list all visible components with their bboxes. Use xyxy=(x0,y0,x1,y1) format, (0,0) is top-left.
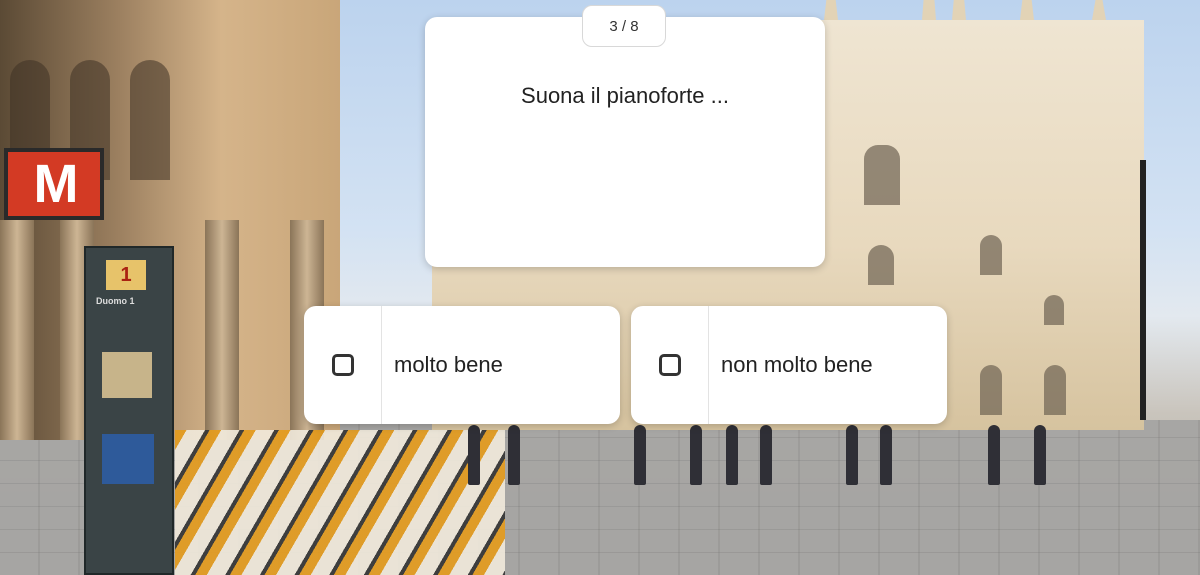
pedestrian xyxy=(634,425,646,485)
kiosk-label: Duomo 1 xyxy=(96,296,135,306)
pedestrian xyxy=(1034,425,1046,485)
pedestrian xyxy=(880,425,892,485)
street-lamp xyxy=(1140,160,1146,420)
answer-checkbox-cell[interactable] xyxy=(631,306,709,424)
checkbox-icon[interactable] xyxy=(658,354,681,376)
pedestrian xyxy=(690,425,702,485)
answer-option-2[interactable]: non molto bene xyxy=(631,306,947,424)
answer-label: molto bene xyxy=(394,352,503,377)
pedestrian xyxy=(988,425,1000,485)
answer-checkbox-cell[interactable] xyxy=(304,306,382,424)
question-counter: 3 / 8 xyxy=(582,5,666,47)
pedestrian xyxy=(760,425,772,485)
metro-sign-icon: M xyxy=(4,148,104,220)
pedestrian xyxy=(468,425,480,485)
question-card: Suona il pianoforte ... xyxy=(425,17,825,267)
bike-kiosk: 1 Duomo 1 xyxy=(84,246,174,575)
pedestrian xyxy=(846,425,858,485)
answer-label: non molto bene xyxy=(721,352,873,377)
answer-option-1[interactable]: molto bene xyxy=(304,306,620,424)
kiosk-map xyxy=(102,352,152,398)
kiosk-number: 1 xyxy=(106,260,146,290)
bike-rack xyxy=(175,430,505,575)
question-text: Suona il pianoforte ... xyxy=(521,83,729,108)
checkbox-icon[interactable] xyxy=(331,354,354,376)
pedestrian xyxy=(508,425,520,485)
kiosk-screen xyxy=(102,434,154,484)
pedestrian xyxy=(726,425,738,485)
